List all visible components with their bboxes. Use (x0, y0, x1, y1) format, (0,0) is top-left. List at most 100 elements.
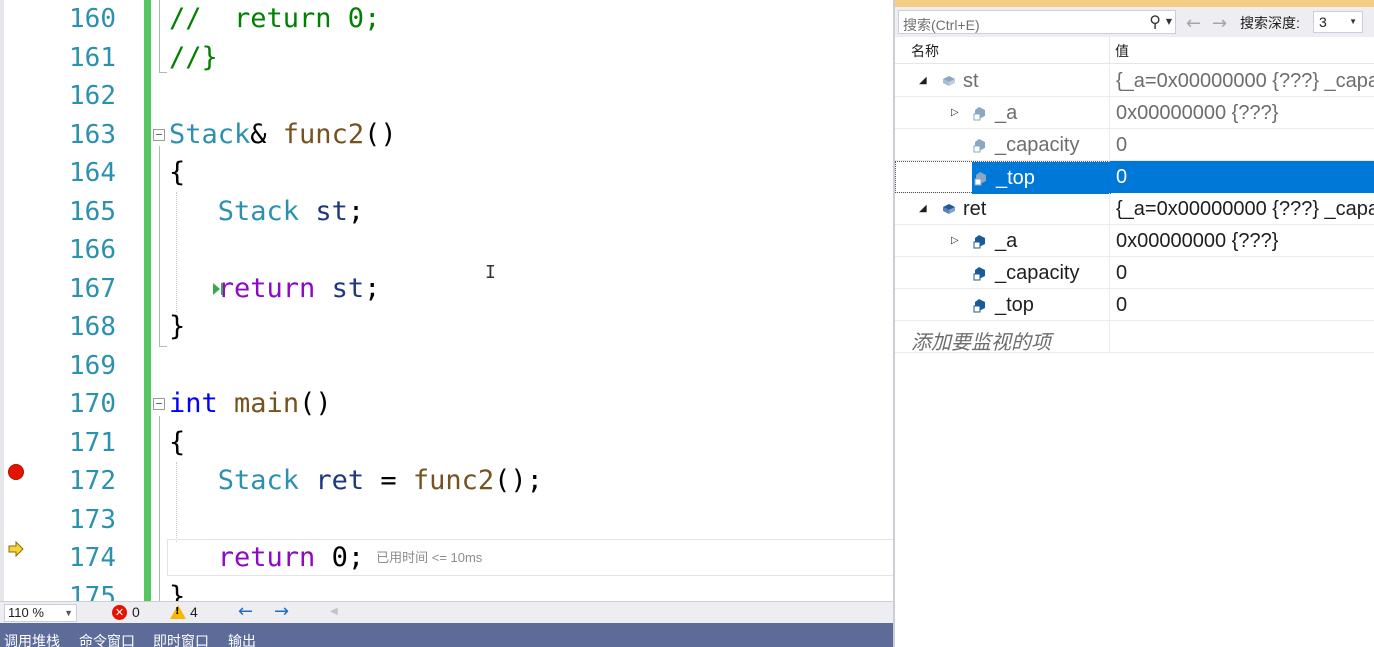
watch-toolbar: 搜索(Ctrl+E) ⚲ ▼ ← → 搜索深度: 3 ▼ (895, 7, 1374, 37)
code-text: Stack ret = func2(); (169, 462, 543, 500)
line-number: 162 (69, 81, 116, 111)
watch-row[interactable]: _top 0 (895, 161, 1374, 194)
navigate-forward-icon[interactable]: → (274, 602, 289, 622)
watch-value-cell[interactable]: 0 (1110, 161, 1374, 193)
watch-name-cell[interactable]: ◢ ret (895, 193, 1110, 225)
watch-name-cell[interactable]: _top (895, 161, 1111, 194)
watch-row[interactable]: ▷ _a 0x00000000 {???} (895, 225, 1374, 257)
code-editor[interactable]: 160// return 0; 161//} 162 163− Stack& func2… (0, 0, 893, 601)
tab-command-window[interactable]: 命令窗口 (79, 631, 135, 647)
watch-value: {_a=0x00000000 {???} _capacity=0 _top=0 … (1116, 70, 1374, 92)
code-token: return (217, 542, 316, 573)
watch-row[interactable]: _capacity 0 (895, 129, 1374, 161)
expand-arrow-icon[interactable]: ▷ (951, 107, 959, 118)
code-line[interactable]: 166 (0, 231, 893, 270)
watch-name-cell[interactable]: ◢ st (895, 65, 1110, 97)
tab-immediate-window[interactable]: 即时窗口 (153, 631, 209, 647)
watch-value-cell[interactable]: 0 (1110, 289, 1374, 321)
code-line[interactable]: 173 (0, 501, 893, 540)
code-line[interactable]: 167 return st; (0, 270, 893, 309)
code-token: func2 (282, 118, 365, 150)
column-header-value[interactable]: 值 (1115, 41, 1129, 61)
code-line[interactable]: 174 return 0; 已用时间 <= 10ms (0, 539, 893, 578)
code-token: Stack (217, 195, 300, 227)
add-watch-name-cell[interactable]: 添加要监视的项 (895, 321, 1110, 355)
watch-value: 0x00000000 {???} (1116, 102, 1279, 124)
watch-value-cell[interactable]: 0x00000000 {???} (1110, 97, 1374, 129)
breakpoint-glyph[interactable] (8, 464, 24, 480)
code-line[interactable]: 160 // return 0; (0, 0, 893, 39)
line-number: 161 (69, 42, 116, 73)
collapse-toggle-icon[interactable]: − (153, 128, 165, 141)
watch-name-cell[interactable]: ▷ _a (895, 225, 1110, 257)
watch-row[interactable]: _top 0 (895, 289, 1374, 321)
search-icon[interactable]: ⚲ (1149, 12, 1161, 31)
elapsed-time-hint[interactable]: 已用时间 <= 10ms (376, 550, 482, 565)
watch-variable-name: st (963, 70, 979, 92)
code-token: & (250, 118, 283, 150)
watch-name-cell[interactable]: ▷ _a (895, 97, 1110, 129)
zoom-dropdown[interactable]: 110 % ▼ (4, 604, 77, 622)
watch-value-cell[interactable]: 0 (1110, 257, 1374, 289)
code-token: { (169, 157, 186, 188)
chevron-down-icon[interactable]: ▼ (1166, 17, 1172, 26)
line-number: 175 (69, 581, 116, 602)
tab-output[interactable]: 输出 (228, 631, 256, 647)
code-token: int (169, 388, 218, 419)
code-token: Stack (169, 118, 251, 150)
watch-value-cell[interactable]: {_a=0x00000000 {???} _capacity=0 _top=0 … (1110, 65, 1374, 97)
watch-row[interactable]: ◢ st {_a=0x00000000 {???} _capacity=0 _top… (895, 65, 1374, 97)
search-depth-dropdown[interactable]: 3 ▼ (1313, 11, 1363, 33)
add-watch-row[interactable]: 添加要监视的项 (895, 321, 1374, 355)
code-text: Stack& func2() (169, 116, 397, 154)
error-count[interactable]: 0 (132, 604, 140, 620)
editor-status-bar: 110 % ▼ ✕ 0 ! 4 ← → ◀ (0, 601, 893, 623)
search-previous-icon[interactable]: ← (1186, 15, 1201, 33)
watch-name-cell[interactable]: _capacity (895, 257, 1110, 289)
add-watch-placeholder[interactable]: 添加要监视的项 (911, 326, 1051, 355)
code-text: return 0; 已用时间 <= 10ms (169, 539, 483, 577)
run-to-click-icon[interactable] (211, 281, 225, 297)
code-line[interactable]: 162 (0, 77, 893, 116)
tab-call-stack[interactable]: 调用堆栈 (4, 631, 60, 647)
code-line[interactable]: 164 { (0, 154, 893, 193)
line-number: 174 (69, 543, 116, 573)
code-line[interactable]: 165 Stack st; (0, 193, 893, 232)
code-line[interactable]: 169 (0, 347, 893, 386)
code-line[interactable]: 170 − int main() (0, 385, 893, 424)
watch-row[interactable]: _capacity 0 (895, 257, 1374, 289)
line-number: 173 (69, 504, 116, 535)
collapse-arrow-icon[interactable]: ◢ (919, 75, 927, 86)
line-number: 170 (69, 389, 116, 419)
watch-value-cell[interactable]: {_a=0x00000000 {???} _capacity=0 _top=0 … (1110, 193, 1374, 225)
code-line[interactable]: 172 Stack ret = func2(); (0, 462, 893, 501)
breakpoint-icon (8, 464, 24, 480)
collapse-arrow-icon[interactable]: ◢ (919, 203, 927, 214)
code-token: ; (364, 272, 381, 304)
column-header-name[interactable]: 名称 (911, 41, 939, 61)
expand-arrow-icon[interactable]: ▷ (951, 235, 959, 246)
warning-count[interactable]: 4 (190, 604, 198, 620)
watch-value-cell[interactable]: 0 (1110, 129, 1374, 161)
search-next-icon[interactable]: → (1212, 15, 1227, 33)
search-placeholder: 搜索(Ctrl+E) (903, 17, 980, 33)
watch-name-cell[interactable]: _capacity (895, 129, 1110, 161)
scroll-left-icon[interactable]: ◀ (330, 606, 338, 617)
code-token: Stack (217, 465, 300, 496)
error-icon[interactable]: ✕ (112, 605, 127, 620)
watch-row[interactable]: ▷ _a 0x00000000 {???} (895, 97, 1374, 129)
code-line[interactable]: 168} (0, 308, 893, 347)
watch-search-input[interactable]: 搜索(Ctrl+E) ⚲ ▼ (898, 10, 1176, 34)
column-divider[interactable] (1109, 37, 1110, 64)
watch-row[interactable]: ◢ ret {_a=0x00000000 {???} _capacity=0 _to… (895, 193, 1374, 225)
code-line[interactable]: 163 − Stack& func2() (0, 116, 893, 155)
code-line[interactable]: 161 //} (0, 39, 893, 78)
navigate-back-icon[interactable]: ← (238, 602, 253, 622)
watch-member-top-name: _top (996, 167, 1035, 189)
watch-value-cell[interactable]: 0x00000000 {???} (1110, 225, 1374, 257)
code-line[interactable]: 175} (0, 578, 893, 602)
collapse-toggle-icon[interactable]: − (153, 398, 165, 410)
watch-name-cell[interactable]: _top (895, 289, 1110, 321)
code-line[interactable]: 171 { (0, 424, 893, 463)
